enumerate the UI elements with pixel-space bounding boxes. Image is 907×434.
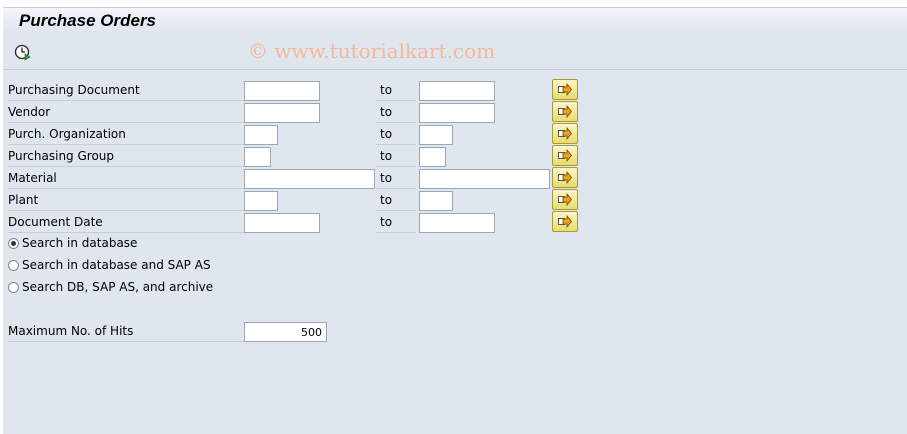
purch-organization-from-input[interactable]	[244, 125, 278, 145]
purchasing-group-from-input[interactable]	[244, 147, 271, 167]
purchasing-group-to-input[interactable]	[419, 147, 446, 167]
label-vendor: Vendor	[8, 105, 244, 123]
label-purchasing-document: Purchasing Document	[8, 83, 244, 101]
multiple-selection-arrow-icon	[558, 127, 572, 140]
row-material: Material to	[3, 167, 907, 189]
multiple-selection-arrow-icon	[558, 215, 572, 228]
label-to: to	[376, 171, 416, 189]
radio-search-db-sap-as-archive[interactable]: Search DB, SAP AS, and archive	[8, 277, 213, 297]
multiple-selection-arrow-icon	[558, 171, 572, 184]
label-purchasing-group: Purchasing Group	[8, 149, 244, 167]
multiple-selection-button[interactable]	[552, 101, 578, 122]
multiple-selection-button[interactable]	[552, 123, 578, 144]
radio-label: Search in database and SAP AS	[22, 258, 211, 272]
plant-from-input[interactable]	[244, 191, 278, 211]
material-to-input[interactable]	[419, 169, 550, 189]
multiple-selection-button[interactable]	[552, 211, 578, 232]
row-purch-organization: Purch. Organization to	[3, 123, 907, 145]
label-to: to	[376, 83, 416, 101]
row-maximum-hits: Maximum No. of Hits	[3, 320, 907, 342]
vendor-from-input[interactable]	[244, 103, 320, 123]
radio-button[interactable]	[8, 281, 19, 293]
label-plant: Plant	[8, 193, 244, 211]
plant-to-input[interactable]	[419, 191, 453, 211]
material-from-input[interactable]	[244, 169, 375, 189]
radio-search-in-database[interactable]: Search in database	[8, 233, 137, 253]
row-vendor: Vendor to	[3, 101, 907, 123]
label-to: to	[376, 127, 416, 145]
execute-clock-icon[interactable]	[14, 43, 32, 61]
label-document-date: Document Date	[8, 215, 244, 233]
title-bar: Purchase Orders	[3, 7, 907, 34]
radio-label: Search in database	[22, 236, 138, 250]
multiple-selection-arrow-icon	[558, 105, 572, 118]
purch-organization-to-input[interactable]	[419, 125, 453, 145]
multiple-selection-arrow-icon	[558, 149, 572, 162]
radio-label: Search DB, SAP AS, and archive	[22, 280, 214, 294]
multiple-selection-arrow-icon	[558, 193, 572, 206]
label-to: to	[376, 193, 416, 211]
radio-search-database-and-sap-as[interactable]: Search in database and SAP AS	[8, 255, 211, 275]
label-to: to	[376, 105, 416, 123]
multiple-selection-button[interactable]	[552, 145, 578, 166]
purchasing-document-to-input[interactable]	[419, 81, 495, 101]
row-document-date: Document Date to	[3, 211, 907, 233]
multiple-selection-button[interactable]	[552, 79, 578, 100]
row-plant: Plant to	[3, 189, 907, 211]
page-title: Purchase Orders	[19, 11, 157, 30]
purchasing-document-from-input[interactable]	[244, 81, 320, 101]
label-purch-organization: Purch. Organization	[8, 127, 244, 145]
document-date-from-input[interactable]	[244, 213, 320, 233]
multiple-selection-button[interactable]	[552, 189, 578, 210]
multiple-selection-button[interactable]	[552, 167, 578, 188]
vendor-to-input[interactable]	[419, 103, 495, 123]
application-toolbar: © www.tutorialkart.com	[3, 34, 907, 70]
document-date-to-input[interactable]	[419, 213, 495, 233]
radio-button-selected[interactable]	[8, 237, 19, 249]
maximum-hits-input[interactable]	[244, 322, 327, 342]
multiple-selection-arrow-icon	[558, 83, 572, 96]
label-to: to	[376, 149, 416, 167]
app-window: Purchase Orders © www.tutorialkart.com P…	[0, 0, 907, 434]
row-purchasing-group: Purchasing Group to	[3, 145, 907, 167]
row-purchasing-document: Purchasing Document to	[3, 79, 907, 101]
label-material: Material	[8, 171, 244, 189]
radio-button[interactable]	[8, 259, 19, 271]
selection-screen: Purchasing Document to Vendor to Purch. …	[3, 70, 907, 434]
label-to: to	[376, 215, 416, 233]
watermark-text: © www.tutorialkart.com	[248, 39, 496, 63]
label-maximum-hits: Maximum No. of Hits	[8, 324, 244, 342]
